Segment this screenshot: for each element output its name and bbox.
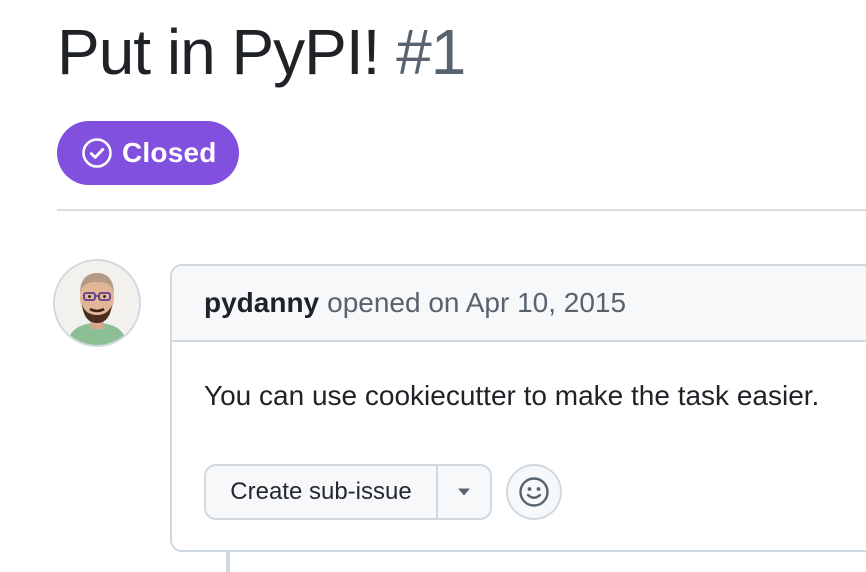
issue-state-badge: Closed — [57, 121, 239, 185]
issue-title: Put in PyPI! #1 — [57, 14, 466, 90]
smiley-icon — [519, 477, 549, 507]
create-subissue-button[interactable]: Create sub-issue — [206, 466, 438, 518]
create-subissue-dropdown-button[interactable] — [438, 466, 490, 518]
comment-timestamp[interactable]: opened on Apr 10, 2015 — [327, 287, 626, 319]
check-circle-icon — [82, 138, 112, 168]
triangle-down-icon — [458, 488, 470, 496]
author-avatar[interactable] — [55, 261, 139, 345]
comment-body: You can use cookiecutter to make the tas… — [204, 380, 820, 411]
issue-state-label: Closed — [122, 137, 217, 168]
issue-title-text: Put in PyPI! — [57, 16, 380, 88]
issue-page: Put in PyPI! #1 Closed pydanny opened on… — [0, 0, 866, 572]
create-subissue-button-group: Create sub-issue — [204, 464, 492, 520]
comment-header: pydanny opened on Apr 10, 2015 — [172, 266, 866, 342]
comment-author-link[interactable]: pydanny — [204, 287, 319, 319]
timeline-connector — [226, 552, 230, 572]
issue-comment: pydanny opened on Apr 10, 2015 You can u… — [170, 264, 866, 552]
header-divider — [57, 209, 866, 211]
issue-number: #1 — [396, 16, 466, 88]
add-reaction-button[interactable] — [506, 464, 562, 520]
avatar-image — [55, 261, 139, 345]
